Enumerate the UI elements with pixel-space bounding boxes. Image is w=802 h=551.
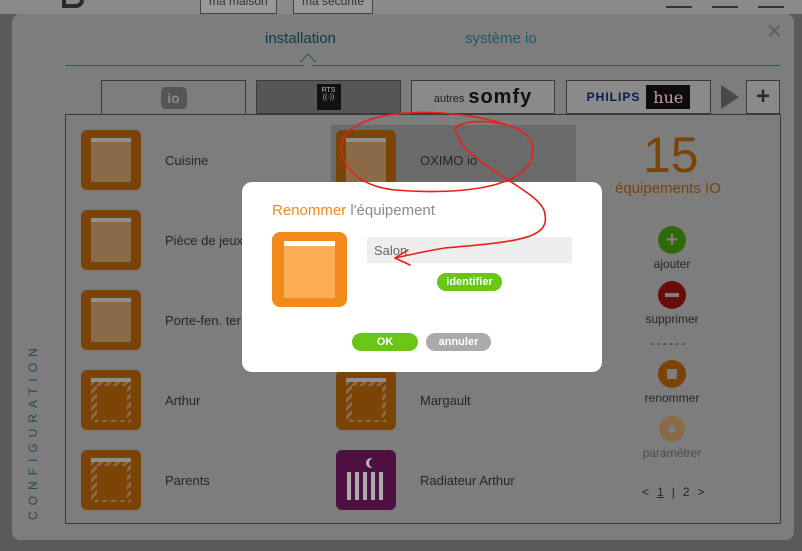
device-name: Arthur — [165, 392, 201, 408]
delete-device-button[interactable]: supprimer — [632, 281, 712, 326]
plus-icon: + — [658, 226, 686, 254]
protocol-tab-rts[interactable]: RTS ((·)) — [256, 80, 401, 114]
rename-square-icon — [658, 360, 686, 388]
device-item-piece-de-jeux[interactable]: Pièce de jeux — [81, 210, 243, 270]
window-icon — [81, 450, 141, 510]
door-icon — [336, 130, 396, 190]
add-label: ajouter — [653, 257, 691, 271]
device-item-cuisine[interactable]: Cuisine — [81, 130, 208, 190]
door-icon — [272, 232, 347, 307]
close-icon[interactable]: ✕ — [766, 22, 783, 42]
device-name: Margault — [420, 392, 471, 408]
door-icon — [81, 130, 141, 190]
rename-device-button[interactable]: renommer — [632, 360, 712, 405]
radiator-icon — [336, 450, 396, 510]
protocol-tab-somfy[interactable]: autres somfy — [411, 80, 555, 114]
device-item-parents[interactable]: Parents — [81, 450, 210, 510]
pager-separator: | — [671, 485, 675, 499]
minus-icon — [658, 281, 686, 309]
device-name: Pièce de jeux — [165, 232, 244, 248]
device-item-margault[interactable]: Margault — [336, 370, 471, 430]
rts-logo: RTS ((·)) — [316, 84, 341, 110]
device-item-porte-fenetre[interactable]: Porte-fen. ter — [81, 290, 241, 350]
mail-icon[interactable] — [712, 0, 738, 8]
somfy-logo: somfy — [468, 85, 533, 108]
ok-button[interactable]: OK — [352, 333, 418, 351]
device-count: 15 — [643, 127, 699, 183]
tab-ma-securite[interactable]: ma sécurité — [293, 0, 374, 14]
identify-button[interactable]: identifier — [437, 273, 502, 291]
io-logo: io — [160, 87, 187, 109]
tab-installation[interactable]: installation — [265, 30, 336, 47]
add-device-button[interactable]: + ajouter — [632, 226, 712, 271]
device-count-label: équipements IO — [615, 180, 721, 197]
pagination: < 1 | 2 > — [642, 485, 705, 499]
cancel-button[interactable]: annuler — [426, 333, 491, 351]
delete-label: supprimer — [645, 312, 699, 326]
actions-separator: ------ — [651, 336, 687, 350]
protocol-tab-io[interactable]: io — [101, 80, 246, 115]
nav-divider — [66, 65, 780, 66]
device-item-arthur[interactable]: Arthur — [81, 370, 200, 430]
menu-icon[interactable] — [758, 0, 784, 8]
dialog-title: Renommer l'équipement — [272, 202, 435, 219]
device-name: Radiateur Arthur — [420, 472, 515, 488]
device-item-oximo-io[interactable]: OXIMO io — [336, 130, 477, 190]
door-icon — [81, 290, 141, 350]
settings-device-button[interactable]: paramétrer — [632, 415, 712, 460]
window-icon — [81, 370, 141, 430]
tab-ma-maison[interactable]: ma maison — [200, 0, 277, 14]
add-protocol-button[interactable]: + — [746, 80, 780, 114]
rename-dialog: Renommer l'équipement identifier OK annu… — [242, 182, 602, 372]
rename-label: renommer — [644, 391, 700, 405]
settings-label: paramétrer — [642, 446, 702, 460]
tab-systeme-io[interactable]: système io — [465, 30, 537, 47]
gear-icon — [658, 415, 686, 443]
device-item-radiateur-arthur[interactable]: Radiateur Arthur — [336, 450, 515, 510]
page-1-link[interactable]: 1 — [657, 485, 664, 499]
somfy-prefix: autres — [433, 93, 465, 105]
configuration-label: CONFIGURATION — [26, 342, 40, 520]
device-name: Cuisine — [165, 152, 209, 168]
next-page-link[interactable]: > — [698, 485, 705, 499]
next-protocol-arrow-icon[interactable] — [721, 85, 739, 109]
hue-logo: hue — [646, 85, 691, 109]
page-2-link[interactable]: 2 — [683, 485, 690, 499]
device-name-input[interactable] — [367, 237, 572, 263]
protocol-tab-philips-hue[interactable]: PHILIPS hue — [566, 80, 711, 114]
philips-logo: PHILIPS — [586, 90, 641, 104]
user-icon[interactable] — [666, 0, 692, 8]
top-bar: ma maison ma sécurité — [0, 0, 802, 14]
device-name: OXIMO io — [420, 152, 478, 168]
device-name: Porte-fen. ter — [165, 312, 241, 328]
logo — [62, 0, 84, 8]
door-icon — [81, 210, 141, 270]
window-icon — [336, 370, 396, 430]
prev-page-link[interactable]: < — [642, 485, 649, 499]
device-name: Parents — [165, 472, 210, 488]
